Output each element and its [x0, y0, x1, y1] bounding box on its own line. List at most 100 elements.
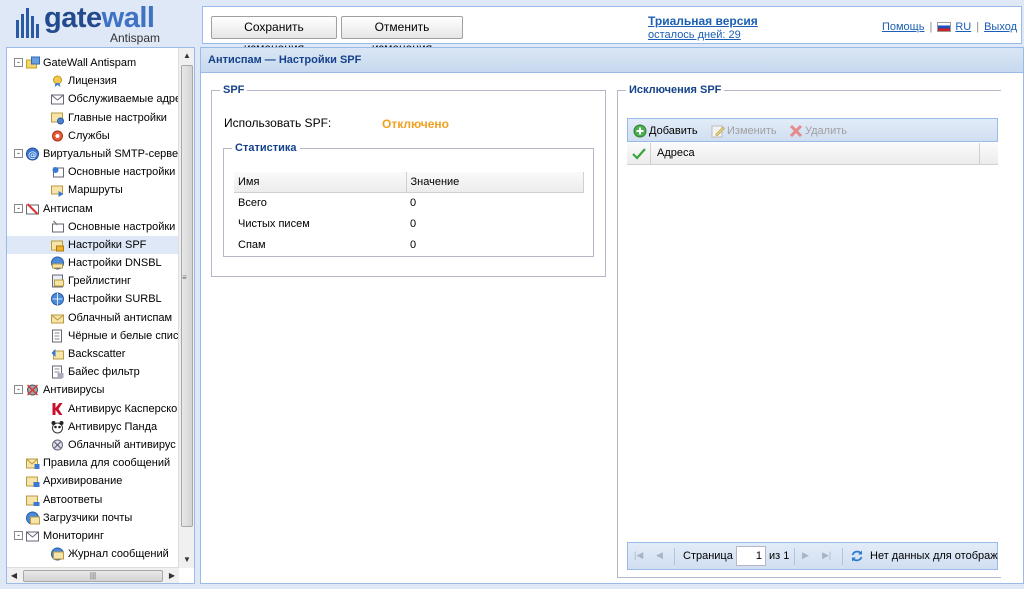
- hscroll-thumb[interactable]: |||: [23, 570, 163, 582]
- surbl-icon: [51, 292, 64, 306]
- scroll-left-icon[interactable]: ◀: [7, 568, 21, 583]
- column-header-addresses[interactable]: Адреса: [657, 147, 695, 159]
- svg-text:@: @: [28, 150, 37, 160]
- scroll-thumb[interactable]: [181, 65, 193, 527]
- archive-icon: [26, 476, 40, 488]
- page-number-input[interactable]: [736, 546, 766, 566]
- tree-item[interactable]: Маршруты: [7, 181, 179, 199]
- navigation-tree: - GateWall Antispam Лицензия Обслуживаемые …: [6, 47, 195, 584]
- prev-page-icon[interactable]: ◀: [656, 550, 663, 561]
- collapse-icon[interactable]: -: [14, 203, 23, 213]
- monitoring-icon: [26, 531, 39, 542]
- tree-item[interactable]: Грейлистинг: [7, 272, 179, 290]
- tree-item-label: Антивирус Касперского: [68, 402, 179, 415]
- tree-item-label: Основные настройки: [68, 166, 176, 179]
- tree-item-label: Байес фильтр: [68, 366, 140, 379]
- russian-flag-icon: [937, 22, 952, 32]
- tree-item[interactable]: - Мониторинг: [7, 527, 179, 545]
- next-page-icon[interactable]: ▶: [802, 550, 809, 561]
- tree-item[interactable]: Правила для сообщений: [7, 454, 179, 472]
- help-link[interactable]: Помощь: [882, 21, 925, 33]
- tree-item-label: Мониторинг: [43, 529, 105, 542]
- scroll-down-icon[interactable]: ▼: [179, 552, 194, 568]
- scroll-up-icon[interactable]: ▲: [179, 48, 194, 64]
- collapse-icon[interactable]: -: [14, 148, 23, 158]
- page-label: Страница: [683, 550, 733, 562]
- tree-item-label: Журнал сообщений: [68, 548, 169, 561]
- tree-item[interactable]: Автоответы: [7, 491, 179, 509]
- collapse-icon[interactable]: -: [14, 530, 23, 540]
- tree-item[interactable]: Основные настройки: [7, 163, 179, 181]
- days-left-link[interactable]: осталось дней: 29: [648, 29, 758, 41]
- tree-item[interactable]: Главные настройки: [7, 109, 179, 127]
- tree-item[interactable]: - @ Виртуальный SMTP-сервер: [7, 145, 179, 163]
- refresh-icon[interactable]: [850, 549, 864, 563]
- delete-button[interactable]: Удалить: [789, 123, 847, 139]
- trial-version-link[interactable]: Триальная версия: [648, 14, 758, 28]
- edit-button[interactable]: Изменить: [711, 123, 777, 139]
- column-header-value[interactable]: Значение: [406, 172, 584, 193]
- dnsbl-icon: [51, 256, 64, 270]
- exclusions-grid-header: Адреса: [627, 143, 998, 165]
- logo-mark-icon: [16, 8, 42, 38]
- stat-value: 0: [410, 238, 417, 251]
- tree-item[interactable]: Настройки SPF: [7, 235, 179, 255]
- tree-item[interactable]: - Антиспам: [7, 200, 179, 218]
- language-link[interactable]: RU: [955, 21, 971, 33]
- collapse-icon[interactable]: -: [14, 385, 23, 395]
- tree-item-label: Архивирование: [43, 475, 123, 488]
- column-header-name[interactable]: Имя: [234, 172, 407, 193]
- select-all-checkbox[interactable]: [627, 143, 651, 165]
- cloud-antispam-icon: [51, 314, 64, 324]
- tree-item[interactable]: Основные настройки: [7, 218, 179, 236]
- tree-item[interactable]: Backscatter: [7, 345, 179, 363]
- spf-icon: [51, 240, 64, 252]
- scroll-right-icon[interactable]: ▶: [165, 568, 179, 583]
- spf-exclusions-legend: Исключения SPF: [629, 84, 722, 96]
- tree-item[interactable]: Архивирование: [7, 472, 179, 490]
- tree-vertical-scrollbar[interactable]: ▲ ≡ ▼: [178, 48, 194, 568]
- cancel-changes-button[interactable]: Отменить изменения: [341, 16, 463, 55]
- tree-item[interactable]: - Антивирусы: [7, 381, 179, 399]
- add-icon: [633, 124, 647, 138]
- save-changes-button[interactable]: Сохранить изменения: [211, 16, 337, 55]
- license-icon: [53, 75, 62, 88]
- tree-item[interactable]: Антивирус Панда: [7, 418, 179, 436]
- antispam-settings-icon: [52, 220, 64, 233]
- tree-item[interactable]: Чёрные и белые списки: [7, 327, 179, 345]
- tree-item[interactable]: Обслуживаемые адреса: [7, 90, 179, 108]
- stat-value: 0: [410, 217, 417, 230]
- addresses-icon: [51, 94, 64, 105]
- last-page-icon[interactable]: ▶|: [822, 550, 831, 561]
- tree-item-label: Загрузчики почты: [43, 511, 133, 524]
- collapse-icon[interactable]: -: [14, 58, 23, 67]
- tree-item[interactable]: Журнал сообщений: [7, 545, 179, 563]
- tree-item[interactable]: Загрузчики почты: [7, 509, 179, 527]
- tree-item[interactable]: Байес фильтр: [7, 363, 179, 381]
- message-log-icon: [51, 547, 64, 561]
- tree-item-label: Облачный антиспам: [68, 311, 173, 324]
- smtp-settings-icon: [52, 167, 64, 178]
- tree-item[interactable]: Службы: [7, 127, 179, 145]
- tree-item[interactable]: Настройки DNSBL: [7, 254, 179, 272]
- tree-horizontal-scrollbar[interactable]: ◀ ||| ▶: [7, 567, 179, 583]
- add-button[interactable]: Добавить: [633, 123, 698, 139]
- tree-item[interactable]: Облачный антивирус: [7, 436, 179, 454]
- statistics-fieldset: Статистика Имя Значение Всего 0 Чистых п…: [223, 142, 594, 257]
- tree-item[interactable]: Антивирус Касперского: [7, 400, 179, 418]
- statistics-table: Имя Значение Всего 0 Чистых писем 0 Спам: [234, 172, 584, 255]
- panda-icon: [51, 420, 64, 434]
- stat-name: Всего: [238, 196, 267, 209]
- tree-item[interactable]: Лицензия: [7, 72, 179, 90]
- tree-item-label: Основные настройки: [68, 220, 176, 233]
- use-spf-value[interactable]: Отключено: [382, 117, 449, 131]
- first-page-icon[interactable]: |◀: [634, 550, 643, 561]
- exclusions-toolbar: Добавить Изменить Удалить: [627, 118, 998, 142]
- use-spf-label: Использовать SPF:: [224, 116, 332, 130]
- logout-link[interactable]: Выход: [984, 21, 1017, 33]
- tree-item[interactable]: - GateWall Antispam: [7, 54, 179, 72]
- tree-item[interactable]: Настройки SURBL: [7, 290, 179, 308]
- tree-item[interactable]: Облачный антиспам: [7, 309, 179, 327]
- tree-item-label: Службы: [68, 129, 110, 142]
- tree-item-label: Виртуальный SMTP-сервер: [43, 147, 179, 160]
